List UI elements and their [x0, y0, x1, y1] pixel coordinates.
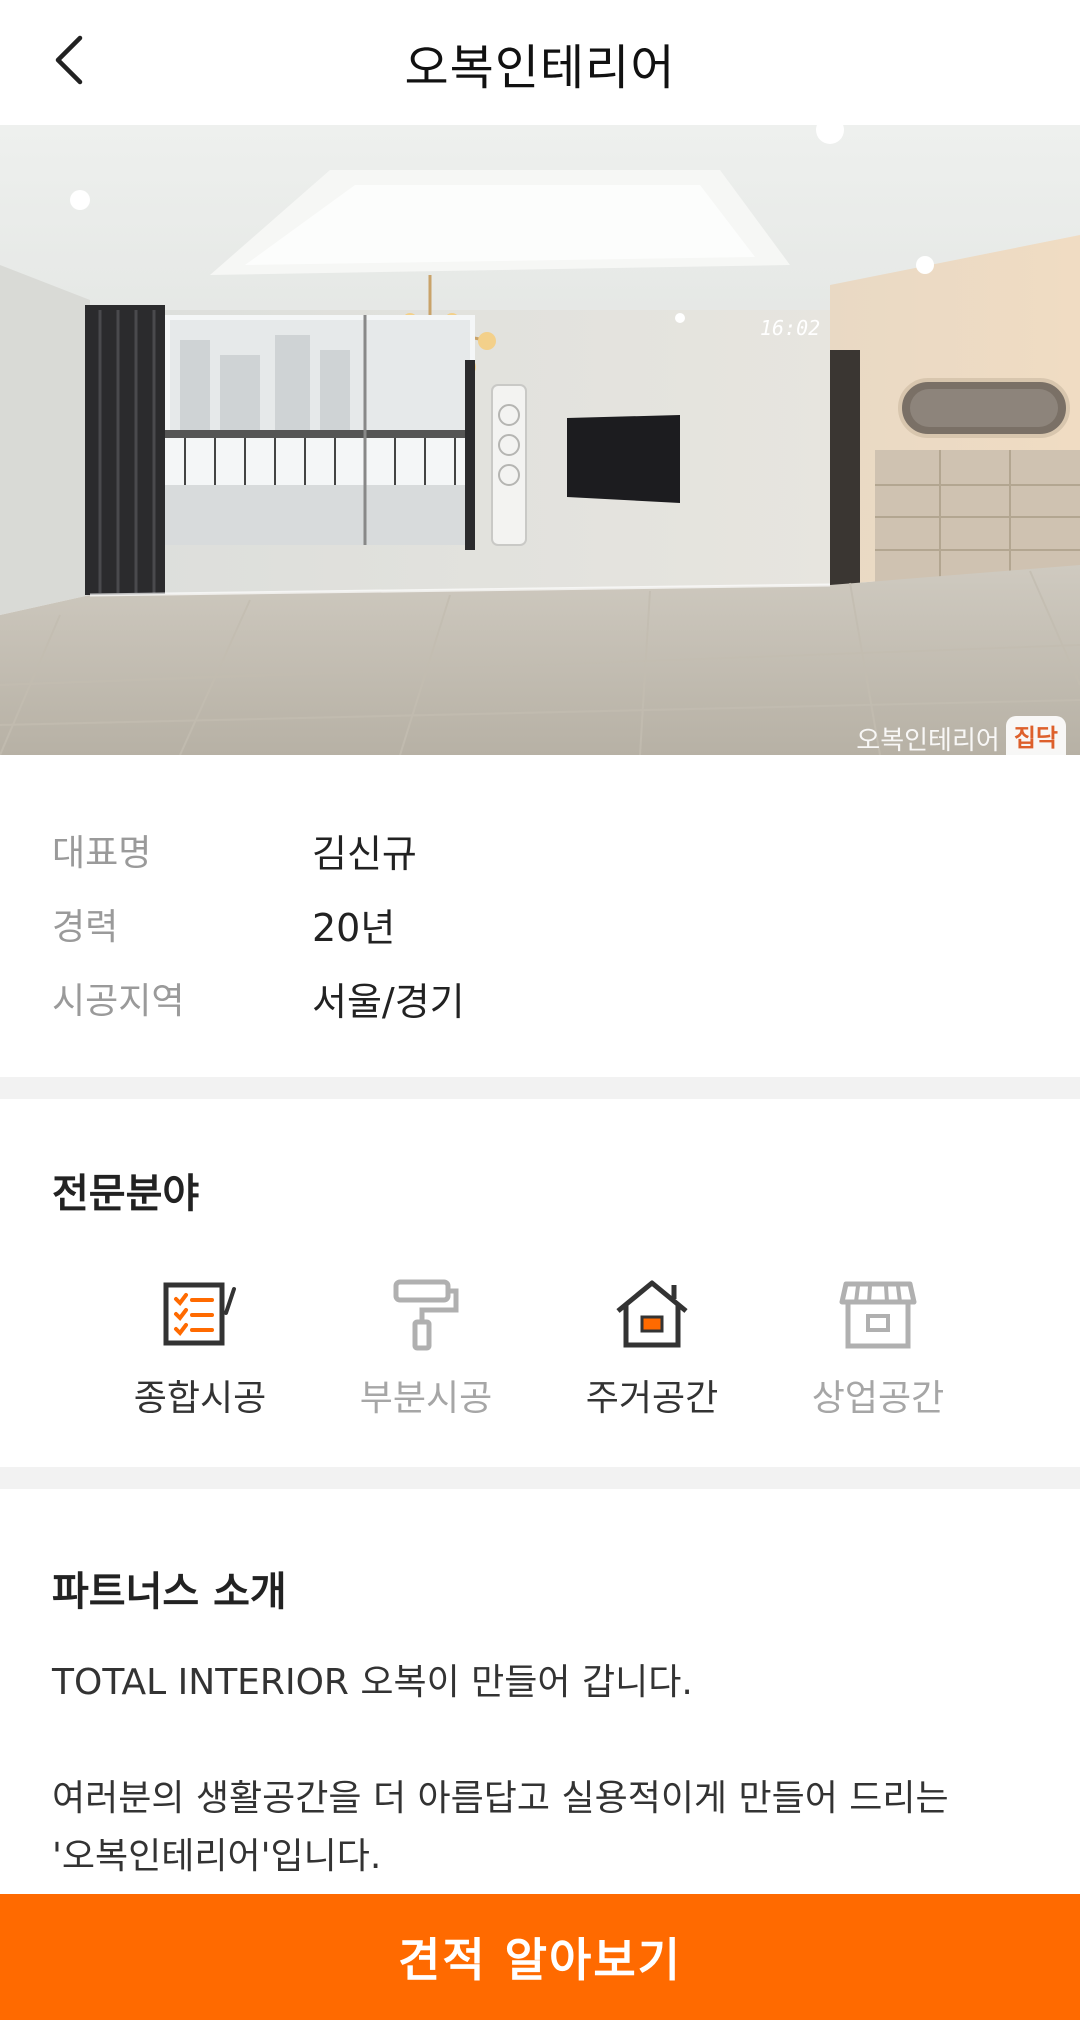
- watermark-badge: 집닥: [1005, 716, 1066, 755]
- chevron-left-icon: [50, 34, 90, 90]
- specialty-label: 주거공간: [585, 1378, 719, 1419]
- info-label: 경력: [52, 907, 119, 948]
- partner-info: 대표명 김신규 경력 20년 시공지역 서울/경기: [0, 755, 1080, 1077]
- info-row-region: 시공지역 서울/경기: [52, 961, 1028, 1035]
- specialties-section: 전문분야 종합시공 부분시공 주거공간 상업공간: [0, 1099, 1080, 1467]
- info-value: 20년: [312, 905, 396, 950]
- partner-intro-section: 파트너스 소개 TOTAL INTERIOR 오복이 만들어 갑니다. 여러분의…: [0, 1489, 1080, 1909]
- info-label: 시공지역: [52, 981, 185, 1022]
- specialty-general: 종합시공: [110, 1269, 290, 1421]
- partner-detail-page: 오복인테리어 16:02 오복인테리어 집닥 대표명 김신규 경력 20년 시공…: [0, 0, 1080, 2020]
- section-divider: [0, 1077, 1080, 1099]
- paint-roller-icon: [381, 1269, 471, 1359]
- info-value: 김신규: [312, 831, 417, 876]
- house-icon: [607, 1269, 697, 1359]
- specialty-residential: 주거공간: [562, 1269, 742, 1421]
- specialty-label: 종합시공: [133, 1378, 267, 1419]
- specialty-partial: 부분시공: [336, 1269, 516, 1421]
- back-button[interactable]: [30, 22, 110, 102]
- intro-text: TOTAL INTERIOR 오복이 만들어 갑니다. 여러분의 생활공간을 더…: [52, 1662, 949, 1877]
- image-watermark: 오복인테리어 집닥: [856, 716, 1066, 755]
- hero-image: 16:02 오복인테리어 집닥: [0, 125, 1080, 755]
- storefront-icon: [833, 1269, 923, 1359]
- page-title: 오복인테리어: [404, 39, 676, 96]
- info-value: 서울/경기: [312, 979, 465, 1024]
- section-title: 파트너스 소개: [52, 1569, 287, 1615]
- wall-clock: 16:02: [760, 316, 820, 340]
- info-label: 대표명: [52, 833, 152, 874]
- info-row-career: 경력 20년: [52, 887, 1028, 961]
- section-title: 전문분야: [52, 1171, 200, 1217]
- specialty-commercial: 상업공간: [788, 1269, 968, 1421]
- checklist-icon: [155, 1269, 245, 1359]
- get-estimate-button[interactable]: 견적 알아보기: [0, 1894, 1080, 2020]
- specialty-label: 부분시공: [359, 1378, 493, 1419]
- app-header: 오복인테리어: [0, 0, 1080, 125]
- section-divider: [0, 1467, 1080, 1489]
- specialty-label: 상업공간: [811, 1378, 945, 1419]
- info-row-representative: 대표명 김신규: [52, 813, 1028, 887]
